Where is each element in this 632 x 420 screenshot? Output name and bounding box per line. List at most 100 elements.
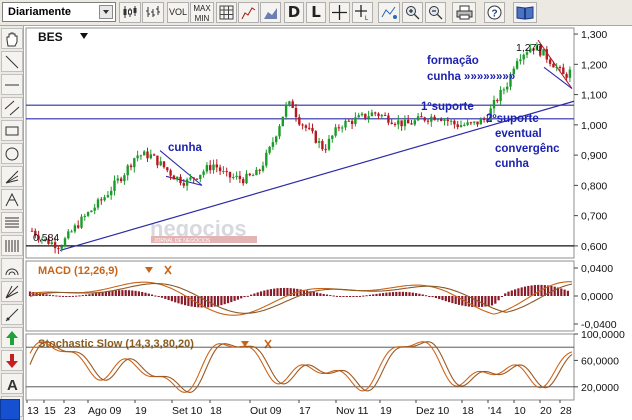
fan-tool-button[interactable] bbox=[1, 166, 23, 187]
volume-button[interactable]: VOL bbox=[167, 2, 189, 23]
stochastic-pane: Stochastic Slow (14,3,3,80,20) 100,0000 6… bbox=[25, 329, 625, 401]
candle-body bbox=[311, 127, 314, 132]
macd-histogram-bar bbox=[223, 296, 226, 305]
macd-histogram-bar bbox=[497, 296, 500, 301]
print-button[interactable] bbox=[452, 2, 476, 23]
candle-body bbox=[189, 177, 192, 180]
pitchfork-tool-button[interactable] bbox=[1, 189, 23, 210]
candle-body bbox=[169, 170, 172, 176]
candle-body bbox=[515, 61, 519, 69]
candle-body bbox=[314, 131, 317, 143]
annotation-cunha-2: cunha bbox=[495, 158, 529, 170]
fibonacci-tool-button[interactable] bbox=[1, 212, 23, 233]
date-axis-label: 17 bbox=[299, 405, 311, 417]
candle-body bbox=[354, 117, 357, 125]
arc-tool-button[interactable] bbox=[1, 258, 23, 279]
candle-body bbox=[301, 124, 304, 126]
candle-body bbox=[149, 154, 152, 159]
macd-histogram-bar bbox=[65, 296, 68, 297]
channel-icon bbox=[4, 100, 20, 116]
candle-body bbox=[238, 175, 242, 180]
candle-body bbox=[146, 151, 149, 159]
zoom-in-button[interactable] bbox=[402, 2, 423, 23]
zoom-out-button[interactable] bbox=[425, 2, 446, 23]
linear-button[interactable]: L bbox=[306, 2, 326, 23]
sell-arrow-button[interactable] bbox=[1, 350, 23, 371]
candle-body bbox=[331, 135, 334, 139]
price-axis-label: 1,300 bbox=[581, 29, 607, 41]
macd-histogram-bar bbox=[226, 296, 230, 304]
macd-histogram-bar bbox=[358, 295, 362, 297]
manual-button[interactable] bbox=[513, 2, 537, 23]
grid-button[interactable] bbox=[216, 2, 237, 23]
candle-body bbox=[568, 69, 572, 78]
date-axis-label: 19 bbox=[135, 405, 147, 417]
daily-label: D bbox=[287, 3, 301, 21]
macd-histogram-bar bbox=[428, 296, 431, 297]
macd-histogram-bar bbox=[81, 295, 84, 297]
trendline-tool-button[interactable] bbox=[1, 304, 23, 325]
book-icon bbox=[516, 6, 534, 20]
candle-body bbox=[63, 238, 67, 247]
candle-body bbox=[195, 178, 199, 180]
color-swatch[interactable] bbox=[0, 399, 20, 420]
macd-histogram-bar bbox=[405, 291, 408, 296]
buy-arrow-button[interactable] bbox=[1, 327, 23, 348]
candle-body bbox=[327, 138, 331, 150]
trend-arrow-icon bbox=[5, 308, 19, 322]
macd-histogram-bar bbox=[160, 296, 164, 298]
crosshair-label-button[interactable]: L bbox=[352, 2, 373, 23]
ellipse-tool-button[interactable] bbox=[1, 143, 23, 164]
candle-body bbox=[218, 167, 222, 172]
horizontal-line-icon bbox=[5, 84, 19, 86]
candle-body bbox=[426, 120, 430, 122]
candle-body bbox=[258, 169, 261, 171]
compare-button[interactable] bbox=[260, 2, 281, 23]
candle-body bbox=[377, 113, 380, 117]
gann-tool-button[interactable] bbox=[1, 281, 23, 302]
macd-histogram-bar bbox=[342, 296, 345, 297]
help-button[interactable]: ? bbox=[484, 2, 505, 23]
candle-body bbox=[139, 155, 143, 157]
candle-body bbox=[308, 127, 311, 129]
macd-pane: MACD (12,26,9) 0,04000,0000-0,0400 bbox=[25, 260, 617, 332]
macd-histogram-bar bbox=[85, 294, 88, 296]
candle-body bbox=[202, 171, 205, 175]
text-tool-button[interactable]: A bbox=[1, 373, 23, 394]
price-pane: BES negocios JORNAL DE NEGÓCIOS 1,3001,2… bbox=[25, 27, 607, 259]
max-min-button[interactable]: MAX MIN bbox=[190, 2, 214, 23]
macd-axis-label: 0,0400 bbox=[581, 263, 613, 275]
candle-body bbox=[453, 120, 456, 125]
macd-histogram-bar bbox=[164, 296, 167, 299]
macd-histogram-bar bbox=[124, 290, 127, 296]
rectangle-tool-button[interactable] bbox=[1, 120, 23, 141]
candle-body bbox=[212, 164, 215, 171]
macd-histogram-bar bbox=[269, 289, 272, 296]
period-select[interactable]: Diariamente bbox=[2, 2, 116, 22]
price-axis-label: 1,200 bbox=[581, 59, 607, 71]
pan-hand-button[interactable] bbox=[1, 28, 23, 49]
hline-tool-button[interactable] bbox=[1, 74, 23, 95]
candle-body bbox=[86, 212, 90, 216]
crosshair-button[interactable] bbox=[329, 2, 350, 23]
macd-histogram-bar bbox=[563, 289, 566, 296]
channel-tool-button[interactable] bbox=[1, 97, 23, 118]
trend-chart-button[interactable] bbox=[238, 2, 259, 23]
macd-histogram-bar bbox=[190, 296, 193, 307]
draw-tool-button[interactable] bbox=[378, 2, 400, 23]
macd-histogram-bar bbox=[266, 289, 269, 296]
daily-button[interactable]: D bbox=[284, 2, 304, 23]
macd-histogram-bar bbox=[312, 291, 315, 296]
macd-histogram-bar bbox=[319, 293, 322, 296]
candle-body bbox=[133, 158, 136, 168]
fib-fan-tool-button[interactable] bbox=[1, 235, 23, 256]
zoom-in-icon bbox=[406, 6, 420, 20]
macd-title: MACD (12,26,9) bbox=[38, 265, 118, 277]
candle-body bbox=[60, 246, 63, 249]
line-tool-button[interactable] bbox=[1, 51, 23, 72]
dropdown-chart-type-button[interactable] bbox=[142, 2, 164, 23]
low-price-label: 0,584 bbox=[33, 232, 59, 244]
arrow-down-icon bbox=[6, 354, 18, 368]
candle-body bbox=[393, 123, 397, 125]
candlestick-chart-button[interactable] bbox=[119, 2, 141, 23]
